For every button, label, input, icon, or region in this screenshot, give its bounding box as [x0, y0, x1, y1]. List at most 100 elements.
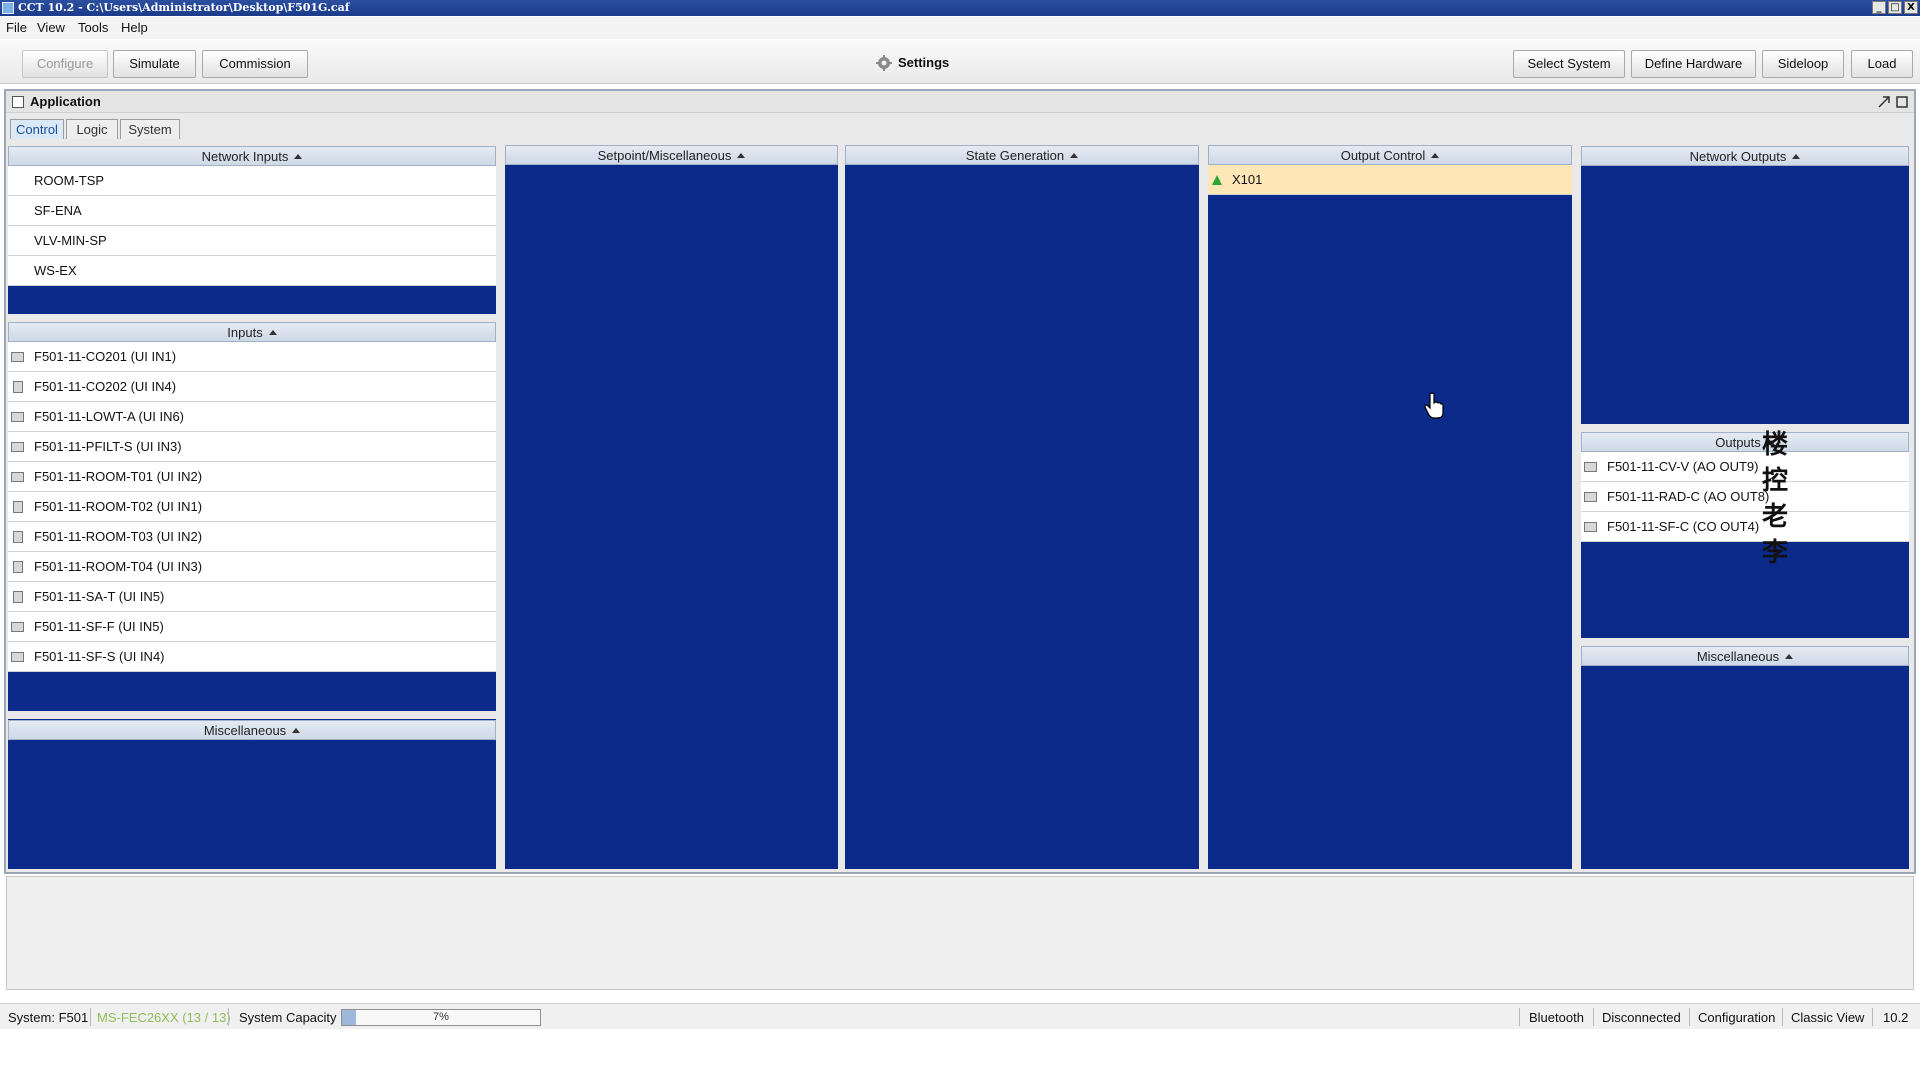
tab-system[interactable]: System — [120, 119, 180, 139]
classic-view-toggle[interactable]: Classic View — [1791, 1010, 1864, 1025]
output-control-header[interactable]: Output Control — [1208, 145, 1572, 165]
column-splitter[interactable] — [1201, 144, 1207, 870]
table-row[interactable]: F501-11-SF-C (CO OUT4) — [1581, 512, 1909, 542]
state-generation-header-label: State Generation — [965, 148, 1065, 163]
table-row[interactable]: F501-11-ROOM-T01 (UI IN2) — [8, 462, 496, 492]
define-hardware-button[interactable]: Define Hardware — [1631, 50, 1756, 78]
column-splitter[interactable] — [1574, 144, 1580, 870]
bluetooth-status[interactable]: Bluetooth — [1529, 1010, 1584, 1025]
sort-up-icon — [1070, 153, 1079, 158]
sort-up-icon — [1431, 153, 1440, 158]
table-row[interactable]: F501-11-SA-T (UI IN5) — [8, 582, 496, 612]
menu-view[interactable]: View — [37, 20, 65, 35]
divider — [1593, 1008, 1594, 1026]
sensor-icon — [13, 501, 23, 513]
application-checkbox[interactable] — [12, 96, 24, 108]
table-row[interactable]: F501-11-RAD-C (AO OUT8) — [1581, 482, 1909, 512]
outputs-header[interactable]: Outputs — [1581, 432, 1909, 452]
watermark-char: 控 — [1761, 466, 1788, 496]
inputs-header-label: Inputs — [227, 325, 263, 340]
table-row[interactable]: F501-11-ROOM-T03 (UI IN2) — [8, 522, 496, 552]
select-system-button[interactable]: Select System — [1513, 50, 1625, 78]
tab-logic[interactable]: Logic — [66, 119, 118, 139]
load-button[interactable]: Load — [1851, 50, 1913, 78]
table-row[interactable]: F501-11-CO202 (UI IN4) — [8, 372, 496, 402]
misc-left-header[interactable]: Miscellaneous — [8, 720, 496, 740]
column-splitter[interactable] — [498, 144, 504, 870]
input-label: F501-11-PFILT-S (UI IN3) — [34, 439, 182, 454]
panel-splitter[interactable] — [1581, 638, 1909, 646]
list-item[interactable]: WS-EX — [8, 256, 496, 286]
table-row[interactable]: F501-11-ROOM-T04 (UI IN3) — [8, 552, 496, 582]
watermark-char: 老 — [1761, 502, 1788, 532]
table-row[interactable]: F501-11-PFILT-S (UI IN3) — [8, 432, 496, 462]
table-row[interactable]: F501-11-SF-F (UI IN5) — [8, 612, 496, 642]
misc-right-header-label: Miscellaneous — [1696, 649, 1780, 664]
capacity-value: 7% — [433, 1011, 449, 1023]
table-row[interactable]: F501-11-ROOM-T02 (UI IN1) — [8, 492, 496, 522]
table-row[interactable]: F501-11-LOWT-A (UI IN6) — [8, 402, 496, 432]
divider — [1782, 1008, 1783, 1026]
commission-button[interactable]: Commission — [202, 50, 308, 78]
io-module-icon — [1584, 522, 1597, 532]
window-title: CCT 10.2 - C:\Users\Administrator\Deskto… — [18, 1, 350, 14]
io-module-icon — [11, 442, 24, 452]
panel-splitter[interactable] — [1581, 424, 1909, 432]
close-button[interactable]: X — [1904, 1, 1918, 14]
simulate-button[interactable]: Simulate — [113, 50, 196, 78]
io-module-icon — [11, 472, 24, 482]
mode-status: Configuration — [1698, 1010, 1776, 1025]
sort-up-icon — [1785, 654, 1794, 659]
divider — [1519, 1008, 1520, 1026]
network-inputs-header[interactable]: Network Inputs — [8, 146, 496, 166]
menu-tools[interactable]: Tools — [78, 20, 108, 35]
output-control-item[interactable]: X101 — [1208, 165, 1572, 195]
sort-up-icon — [292, 728, 301, 733]
status-bar: System: F501 MS-FEC26XX (13 / 13) System… — [0, 1003, 1920, 1029]
panel-splitter[interactable] — [8, 711, 496, 719]
properties-area — [6, 876, 1914, 990]
setpoint-panel — [505, 145, 838, 869]
list-item[interactable]: VLV-MIN-SP — [8, 226, 496, 256]
tab-control[interactable]: Control — [10, 119, 64, 139]
list-item[interactable]: SF-ENA — [8, 196, 496, 226]
list-item[interactable]: ROOM-TSP — [8, 166, 496, 196]
menu-file[interactable]: File — [6, 20, 27, 35]
output-label: F501-11-SF-C (CO OUT4) — [1607, 519, 1760, 534]
network-inputs-header-label: Network Inputs — [201, 149, 289, 164]
minimize-button[interactable]: _ — [1872, 1, 1886, 14]
settings-control[interactable]: Settings — [876, 54, 986, 74]
misc-right-header[interactable]: Miscellaneous — [1581, 646, 1909, 666]
undock-icon[interactable] — [1878, 96, 1890, 108]
io-module-icon — [11, 412, 24, 422]
capacity-label: System Capacity — [239, 1010, 337, 1025]
network-outputs-header[interactable]: Network Outputs — [1581, 146, 1909, 166]
panel-splitter[interactable] — [8, 314, 496, 322]
input-label: F501-11-CO201 (UI IN1) — [34, 349, 177, 364]
io-module-icon — [11, 352, 24, 362]
state-generation-header[interactable]: State Generation — [845, 145, 1199, 165]
input-label: F501-11-SF-F (UI IN5) — [34, 619, 164, 634]
output-label: F501-11-RAD-C (AO OUT8) — [1607, 489, 1770, 504]
restore-button[interactable]: □ — [1888, 1, 1902, 14]
sort-up-icon — [294, 154, 303, 159]
output-control-item-label: X101 — [1232, 172, 1263, 187]
maximize-icon[interactable] — [1896, 96, 1908, 108]
table-row[interactable]: F501-11-SF-S (UI IN4) — [8, 642, 496, 672]
divider — [1872, 1008, 1873, 1026]
hand-cursor-icon — [1424, 392, 1444, 419]
menu-help[interactable]: Help — [121, 20, 148, 35]
network-outputs-header-label: Network Outputs — [1689, 149, 1787, 164]
sensor-icon — [13, 381, 23, 393]
connection-status: Disconnected — [1602, 1010, 1681, 1025]
input-label: F501-11-ROOM-T01 (UI IN2) — [34, 469, 203, 484]
inputs-header[interactable]: Inputs — [8, 322, 496, 342]
sideloop-button[interactable]: Sideloop — [1762, 50, 1844, 78]
misc-left-header-label: Miscellaneous — [203, 723, 287, 738]
table-row[interactable]: F501-11-CO201 (UI IN1) — [8, 342, 496, 372]
settings-label: Settings — [898, 55, 950, 70]
configure-button[interactable]: Configure — [22, 50, 108, 78]
gear-icon — [876, 55, 892, 71]
setpoint-header[interactable]: Setpoint/Miscellaneous — [505, 145, 838, 165]
table-row[interactable]: F501-11-CV-V (AO OUT9) — [1581, 452, 1909, 482]
